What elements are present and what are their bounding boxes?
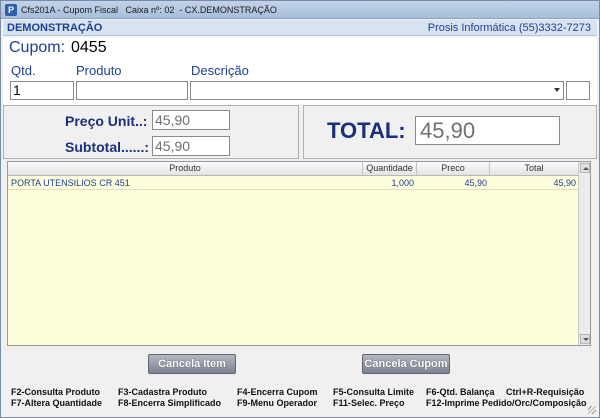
cell-preco: 45,90 [464, 178, 487, 188]
price-panel [3, 105, 299, 159]
extra-input[interactable] [566, 81, 590, 100]
header-band: DEMONSTRAÇÃO Prosis Informática (55)3332… [3, 20, 597, 36]
produto-label: Produto [76, 63, 122, 78]
subtotal-label: Subtotal......: [65, 139, 149, 155]
cell-quantidade: 1,000 [391, 178, 414, 188]
items-grid[interactable]: Produto Quantidade Preco Total PORTA UTE… [7, 161, 591, 346]
store-name: DEMONSTRAÇÃO [7, 22, 103, 34]
app-logo-icon: P [5, 3, 17, 16]
shortcut-bar [3, 379, 597, 415]
cupom-label: Cupom: [9, 39, 66, 56]
shortcut-f4: F4-Encerra Cupom [237, 387, 318, 397]
vendor-info: Prosis Informática (55)3332-7273 [427, 22, 591, 34]
cell-total: 45,90 [553, 178, 576, 188]
vertical-scrollbar[interactable] [578, 162, 590, 345]
total-field: 45,90 [415, 116, 560, 145]
shortcut-f9: F9-Menu Operador [237, 398, 318, 408]
resize-grip-icon[interactable] [588, 406, 596, 414]
unit-price-field: 45,90 [152, 110, 230, 130]
subtotal-field: 45,90 [152, 136, 230, 156]
descricao-label: Descrição [191, 63, 249, 78]
shortcut-f2: F2-Consulta Produto [11, 387, 100, 397]
main-window: P Cfs201A - Cupom Fiscal Caixa nº: 02 - … [0, 0, 600, 418]
qtd-label: Qtd. [11, 63, 36, 78]
shortcut-f8: F8-Encerra Simplificado [118, 398, 222, 408]
grid-header: Produto Quantidade Preco Total [8, 162, 579, 176]
shortcut-f11: F11-Selec. Preço [333, 398, 405, 408]
arrow-up-icon [583, 167, 589, 170]
col-header-preco[interactable]: Preco [417, 162, 490, 175]
scroll-down-button[interactable] [580, 334, 590, 344]
col-header-produto[interactable]: Produto [8, 162, 363, 175]
chevron-down-icon[interactable] [554, 88, 560, 92]
arrow-down-icon [583, 338, 589, 341]
cancela-item-button[interactable]: Cancela Item [148, 354, 236, 374]
cancela-cupom-button[interactable]: Cancela Cupom [362, 354, 450, 374]
window-title: Cfs201A - Cupom Fiscal Caixa nº: 02 - CX… [21, 4, 277, 15]
title-bar: P Cfs201A - Cupom Fiscal Caixa nº: 02 - … [1, 1, 599, 19]
unit-price-label: Preço Unit..: [65, 113, 148, 129]
shortcut-ctrl-r: Ctrl+R-Requisição [506, 387, 585, 397]
table-row[interactable]: PORTA UTENSILIOS CR 451 1,000 45,90 45,9… [8, 177, 579, 190]
total-label: TOTAL: [327, 118, 406, 143]
qtd-input[interactable]: 1 [10, 81, 74, 100]
produto-input[interactable] [76, 81, 188, 100]
shortcut-f7: F7-Altera Quantidade [11, 398, 103, 408]
col-header-total[interactable]: Total [490, 162, 579, 175]
cupom-number: 0455 [69, 38, 149, 57]
cell-produto: PORTA UTENSILIOS CR 451 [11, 178, 130, 188]
shortcut-f5: F5-Consulta Limite [333, 387, 415, 397]
scroll-up-button[interactable] [580, 163, 590, 173]
col-header-quantidade[interactable]: Quantidade [363, 162, 417, 175]
descricao-select[interactable] [190, 81, 564, 100]
shortcut-f12: F12-Imprime Pedido/Orc/Composição [426, 398, 587, 408]
shortcut-f3: F3-Cadastra Produto [118, 387, 208, 397]
shortcut-f6: F6-Qtd. Balança [426, 387, 495, 397]
